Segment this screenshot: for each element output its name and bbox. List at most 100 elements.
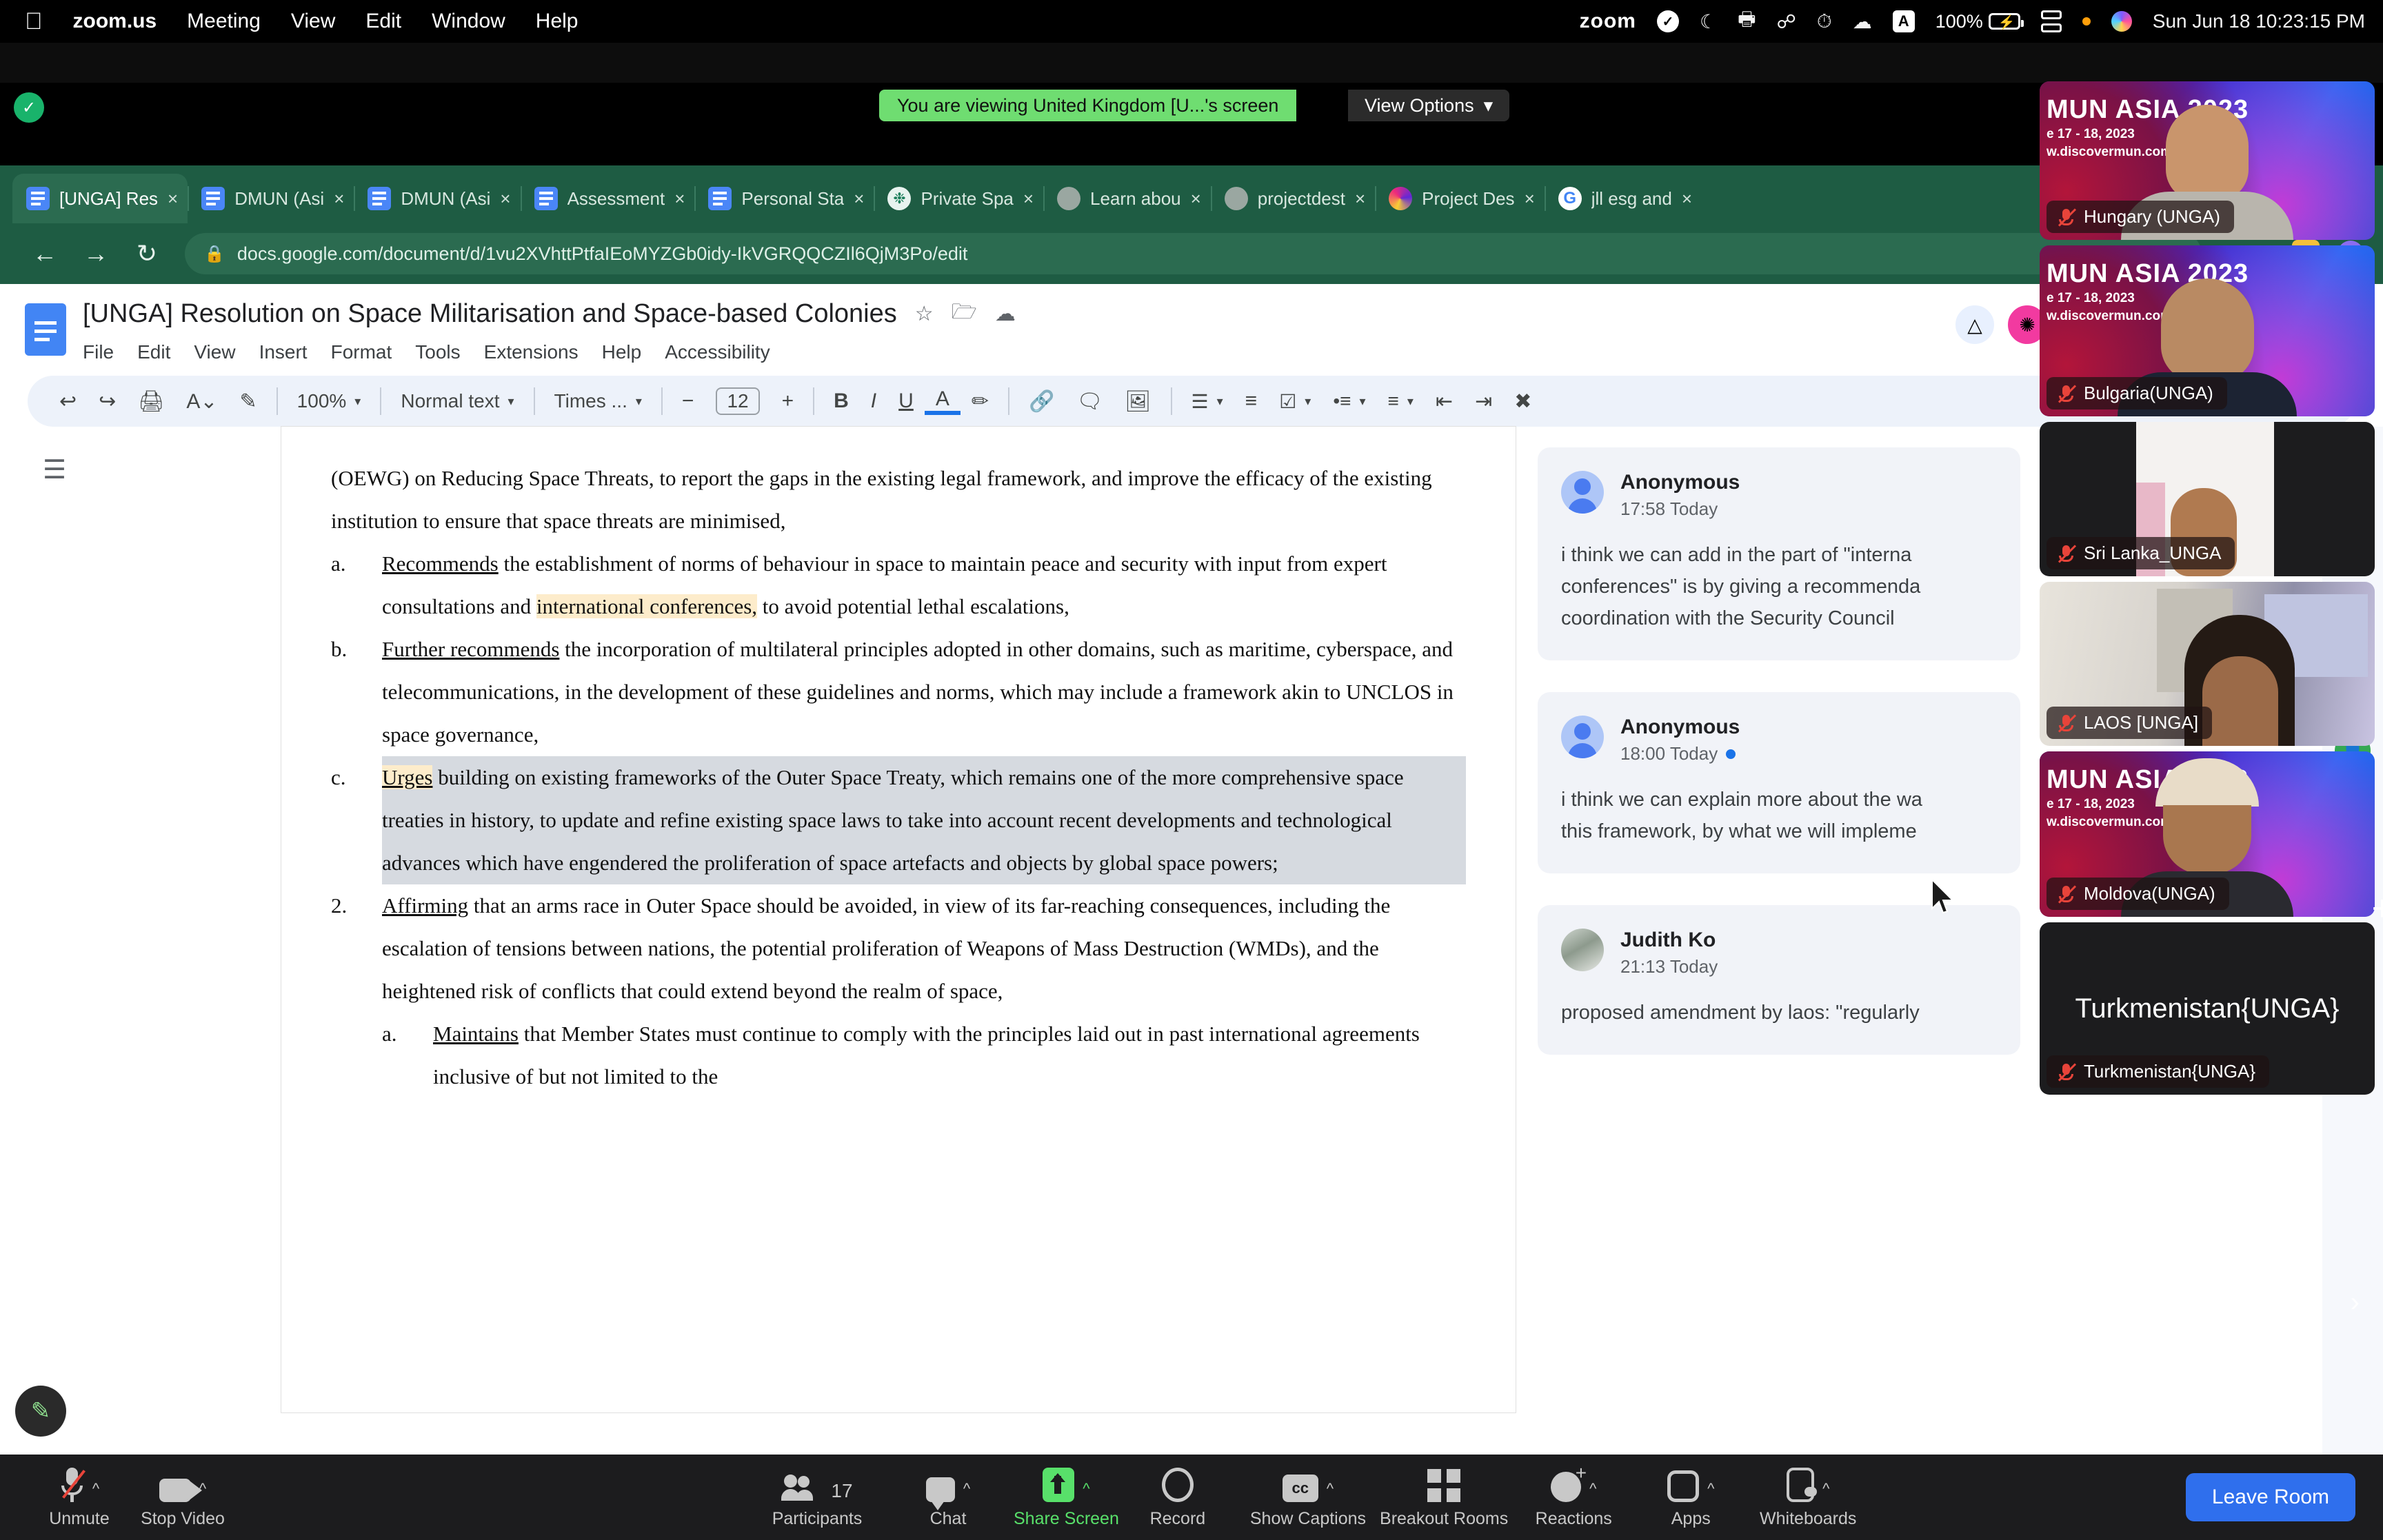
reload-button[interactable]: ↻ (121, 239, 172, 268)
menu-edit[interactable]: Edit (365, 10, 401, 33)
font-size-increase-button[interactable]: + (771, 389, 805, 413)
docs-menu-tools[interactable]: Tools (415, 341, 460, 363)
chevron-up-icon[interactable]: ^ (1707, 1480, 1714, 1498)
checklist-icon[interactable]: ☑ ▾ (1268, 390, 1322, 413)
browser-tab-9[interactable]: G jll esg and × (1544, 174, 1702, 223)
underline-button[interactable]: U (887, 389, 925, 413)
stop-video-button[interactable]: ^ Stop Video (131, 1466, 234, 1529)
chevron-up-icon[interactable]: ^ (1589, 1480, 1596, 1498)
collaborator-avatar[interactable]: △ (1953, 303, 1997, 346)
whiteboards-button[interactable]: ^ Whiteboards (1756, 1466, 1860, 1529)
align-icon[interactable]: ☰ ▾ (1180, 390, 1234, 413)
input-source-icon[interactable]: A (1892, 10, 1915, 32)
checkmark-badge-icon[interactable]: ✓ (1656, 10, 1679, 32)
record-button[interactable]: Record (1126, 1466, 1229, 1529)
tab-close-icon[interactable]: × (1682, 188, 1692, 210)
star-icon[interactable]: ☆ (915, 302, 934, 326)
leave-room-button[interactable]: Leave Room (2185, 1473, 2355, 1521)
highlighter-icon[interactable]: ✏ (961, 389, 1000, 414)
paint-format-icon[interactable]: ✎ (229, 389, 268, 414)
comment-card[interactable]: Judith Ko 21:13 Today proposed amendment… (1538, 905, 2020, 1055)
chevron-up-icon[interactable]: ^ (1822, 1480, 1829, 1498)
insert-image-icon[interactable]: 🖼 (1114, 389, 1162, 414)
redo-button[interactable]: ↪ (88, 389, 127, 414)
bulleted-list-icon[interactable]: •≡ ▾ (1322, 390, 1376, 412)
browser-tab-3[interactable]: Assessment × (520, 174, 695, 223)
chevron-up-icon[interactable]: ^ (1327, 1480, 1334, 1498)
browser-tab-5[interactable]: ❉ Private Spa × (874, 174, 1043, 223)
menu-help[interactable]: Help (536, 10, 579, 33)
tab-close-icon[interactable]: × (1023, 188, 1034, 210)
font-family-select[interactable]: Times ... ▾ (543, 390, 653, 412)
font-size-decrease-button[interactable]: − (671, 389, 705, 413)
document-title[interactable]: [UNGA] Resolution on Space Militarisatio… (83, 299, 897, 329)
siri-icon[interactable] (2111, 11, 2132, 32)
undo-button[interactable]: ↩ (48, 389, 88, 414)
docs-menu-help[interactable]: Help (602, 341, 642, 363)
show-captions-button[interactable]: cc ^ Show Captions (1250, 1466, 1366, 1529)
tab-close-icon[interactable]: × (334, 188, 344, 210)
zoom-level-select[interactable]: 100% ▾ (286, 390, 372, 412)
numbered-list-icon[interactable]: ≡ ▾ (1377, 390, 1425, 412)
video-tile-sri-lanka[interactable]: Sri Lanka_UNGA (2040, 422, 2375, 576)
control-center-icon[interactable] (2040, 10, 2062, 32)
do-not-disturb-icon[interactable]: ☾ (1700, 10, 1717, 33)
video-tile-moldova[interactable]: MUN ASIA 2023 e 17 - 18, 2023 w.discover… (2040, 751, 2375, 917)
docs-menu-insert[interactable]: Insert (259, 341, 308, 363)
cloud-saved-icon[interactable]: ☁ (995, 302, 1016, 326)
docs-menu-format[interactable]: Format (331, 341, 392, 363)
zoom-status-icon[interactable]: zoom (1580, 10, 1636, 33)
video-tile-turkmenistan[interactable]: Turkmenistan{UNGA} Turkmenistan{UNGA} (2040, 922, 2375, 1095)
paragraph-style-select[interactable]: Normal text ▾ (390, 390, 525, 412)
add-participant-icon[interactable]: + (2372, 888, 2383, 929)
bluetooth-icon[interactable]: ☍ (1777, 10, 1796, 33)
italic-button[interactable]: I (860, 389, 887, 413)
bold-button[interactable]: B (823, 389, 860, 413)
clear-formatting-icon[interactable]: ✖ (1503, 389, 1542, 414)
font-size-input[interactable]: 12 (716, 387, 760, 415)
browser-tab-4[interactable]: Personal Sta × (694, 174, 874, 223)
docs-menu-file[interactable]: File (83, 341, 114, 363)
tab-close-icon[interactable]: × (674, 188, 685, 210)
video-tile-bulgaria[interactable]: MUN ASIA 2023 e 17 - 18, 2023 w.discover… (2040, 245, 2375, 416)
browser-tab-6[interactable]: Learn abou × (1043, 174, 1211, 223)
move-folder-icon[interactable]: 🗁 (952, 296, 977, 332)
menu-window[interactable]: Window (432, 10, 505, 33)
breakout-rooms-button[interactable]: Breakout Rooms (1380, 1466, 1508, 1529)
annotate-pencil-icon[interactable]: ✎ (15, 1386, 66, 1437)
chevron-up-icon[interactable]: ^ (1083, 1480, 1089, 1498)
battery-icon[interactable]: 100% ⚡ (1935, 11, 2024, 32)
apple-menu-icon[interactable]:  (25, 10, 43, 33)
menu-meeting[interactable]: Meeting (187, 10, 261, 33)
tab-close-icon[interactable]: × (500, 188, 510, 210)
tab-close-icon[interactable]: × (854, 188, 864, 210)
google-docs-logo-icon[interactable] (25, 303, 66, 356)
printer-icon[interactable]: 🖶 (1738, 5, 1756, 38)
add-comment-icon[interactable]: 🗨 (1065, 389, 1114, 414)
line-spacing-icon[interactable]: ≡ (1234, 389, 1269, 413)
reactions-button[interactable]: ^ Reactions (1522, 1462, 1625, 1529)
comment-card[interactable]: Anonymous 17:58 Today i think we can add… (1538, 447, 2020, 660)
browser-tab-0[interactable]: [UNGA] Res × (12, 174, 188, 223)
view-options-button[interactable]: View Options ▾ (1348, 90, 1510, 121)
browser-tab-2[interactable]: DMUN (Asi × (354, 174, 520, 223)
spellcheck-icon[interactable]: A⌄ (175, 389, 228, 414)
video-tile-hungary[interactable]: MUN ASIA 2023 e 17 - 18, 2023 w.discover… (2040, 81, 2375, 240)
chevron-up-icon[interactable]: ^ (92, 1480, 99, 1498)
docs-menu-edit[interactable]: Edit (137, 341, 170, 363)
link-icon[interactable]: 🔗 (1018, 389, 1065, 414)
tab-close-icon[interactable]: × (1355, 188, 1365, 210)
apps-button[interactable]: ^ Apps (1639, 1466, 1742, 1529)
browser-tab-7[interactable]: projectdest × (1210, 174, 1375, 223)
docs-menu-extensions[interactable]: Extensions (484, 341, 579, 363)
meeting-shield-icon[interactable]: ✓ (14, 92, 44, 123)
back-button[interactable]: ← (19, 239, 70, 268)
address-bar[interactable]: 🔒 docs.google.com/document/d/1vu2XVhttPt… (185, 233, 2202, 274)
menu-zoom-us[interactable]: zoom.us (73, 10, 157, 33)
comment-card[interactable]: Anonymous 18:00 Today i think we can exp… (1538, 692, 2020, 873)
increase-indent-icon[interactable]: ⇥ (1464, 389, 1503, 414)
docs-menu-view[interactable]: View (194, 341, 235, 363)
browser-tab-8[interactable]: Project Des × (1375, 174, 1545, 223)
next-page-arrow-icon[interactable]: › (2351, 1287, 2360, 1318)
document-outline-icon[interactable]: ☰ (43, 454, 66, 485)
